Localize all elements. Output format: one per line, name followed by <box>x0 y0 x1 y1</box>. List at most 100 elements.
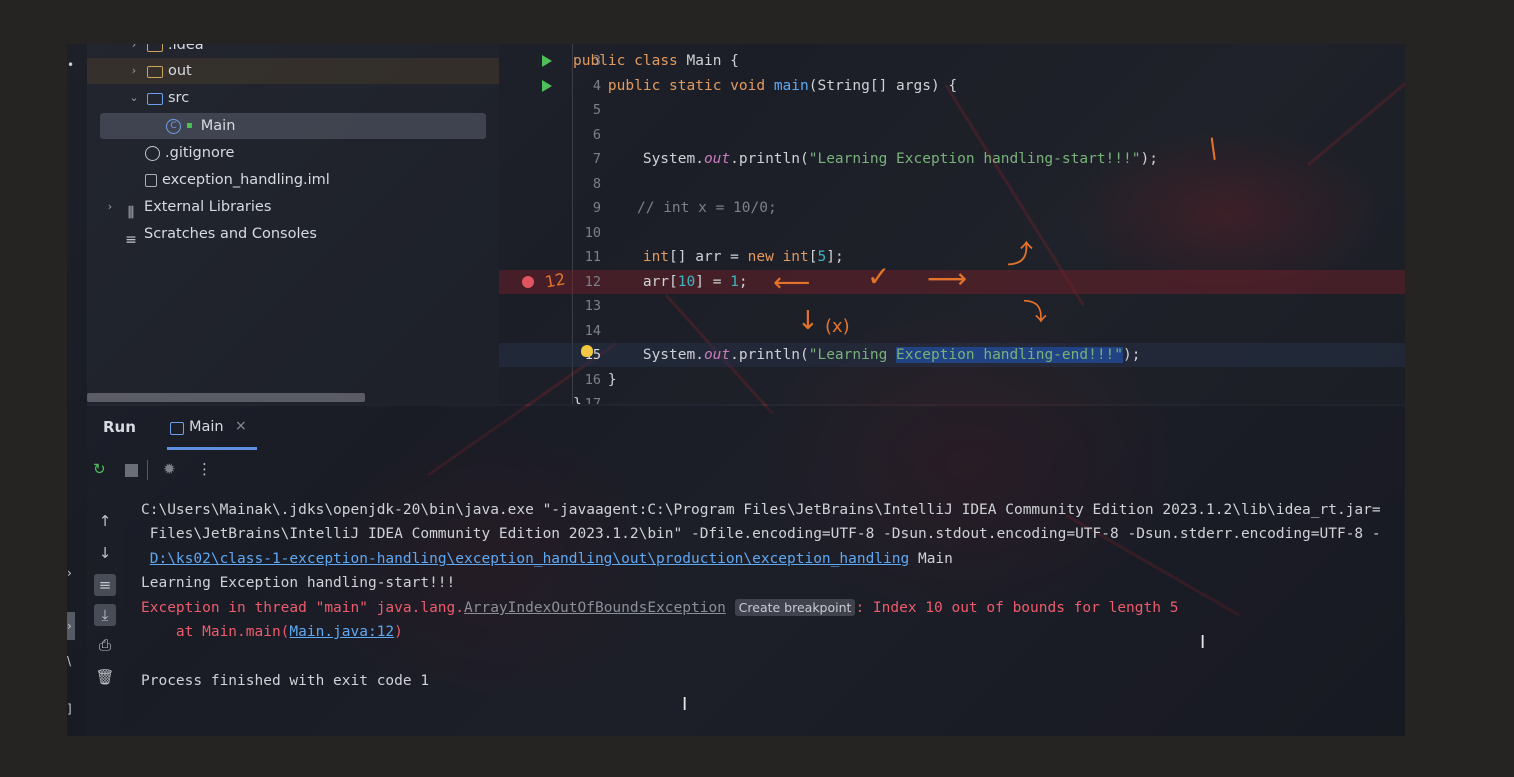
error-text: : Index 10 out of bounds for length 5 <box>855 600 1179 616</box>
stop-icon[interactable] <box>125 464 138 477</box>
code-text: { <box>730 53 739 69</box>
number-literal: 10 <box>677 274 696 290</box>
console-line: C:\Users\Mainak\.jdks\openjdk-20\bin\jav… <box>141 502 1381 518</box>
chevron-right-icon[interactable]: › <box>67 566 75 580</box>
code-line-5[interactable]: 5 <box>67 98 973 122</box>
run-tab-bar: Run Main × <box>87 406 1405 450</box>
line-number: 10 <box>584 225 601 241</box>
run-panel-title: Run <box>103 418 136 436</box>
code-line-9[interactable]: 9 // int x = 10/0; <box>67 196 973 220</box>
line-number: 8 <box>592 176 601 192</box>
code-text: [ <box>808 249 818 265</box>
text-cursor-icon: I <box>1200 632 1206 653</box>
rerun-icon[interactable]: ↻ <box>93 460 106 478</box>
up-arrow-icon[interactable]: ↑ <box>94 510 116 532</box>
field: out <box>703 151 731 167</box>
keyword: int <box>782 249 809 265</box>
code-line-4[interactable]: 4 public static void main(String[] args)… <box>67 74 973 98</box>
intention-bulb-icon[interactable] <box>581 345 593 357</box>
tab-label: Main <box>189 419 224 435</box>
code-text: } <box>607 372 617 388</box>
console-line: Files\JetBrains\IntelliJ IDEA Community … <box>141 526 1381 542</box>
breakpoint-icon[interactable] <box>522 276 534 288</box>
trash-icon[interactable]: 🗑 <box>94 666 116 688</box>
class-name: Main <box>686 53 722 69</box>
close-icon[interactable]: × <box>235 418 247 434</box>
code-line-10[interactable]: 10 <box>67 221 973 245</box>
string-literal: "Learning <box>808 347 897 363</box>
check-annotation: ✓ <box>867 260 891 293</box>
keyword: int <box>642 249 670 265</box>
run-toolbar: ↻ ✹ ⋮ <box>87 450 1405 490</box>
field: out <box>703 347 731 363</box>
stack-trace-text: at Main.main( <box>141 624 290 640</box>
down-arrow-annotation: ⤵ <box>1023 298 1047 326</box>
number-literal: 1 <box>730 274 739 290</box>
string-literal: "Learning Exception handling-start!!!" <box>808 151 1141 167</box>
stack-trace-text: ) <box>394 624 403 640</box>
code-text: [] arr = <box>669 249 748 265</box>
code-line-7[interactable]: 7 System.out.println("Learning Exception… <box>67 147 1158 171</box>
number-literal: 5 <box>817 249 827 265</box>
code-line-3[interactable]: 3 public class Main { <box>67 49 973 73</box>
code-text: ); <box>1123 347 1141 363</box>
keyword: class <box>634 53 678 69</box>
more-options-icon[interactable]: ⋮ <box>197 460 212 478</box>
scroll-to-end-icon[interactable]: ⤓ <box>94 604 116 626</box>
console-output[interactable]: C:\Users\Mainak\.jdks\openjdk-20\bin\jav… <box>141 490 1405 736</box>
keyword: void <box>730 78 766 94</box>
classpath-link[interactable]: D:\ks02\class-1-exception-handling\excep… <box>150 551 910 567</box>
code-text: .println( <box>730 151 809 167</box>
line-number: 5 <box>592 102 601 118</box>
code-text: ] = <box>695 274 731 290</box>
down-arrow-icon[interactable]: ↓ <box>94 542 116 564</box>
code-text: .println( <box>730 347 809 363</box>
run-tool-icon[interactable]: › <box>67 612 75 640</box>
code-line-17[interactable]: 17 } <box>67 392 973 404</box>
console-line: Process finished with exit code 1 <box>141 673 430 689</box>
line-number: 13 <box>584 298 601 314</box>
keyword: static <box>669 78 722 94</box>
down-arrow-annotation: ↓ <box>797 306 819 336</box>
bracket-icon[interactable]: ] <box>67 702 75 716</box>
exception-link[interactable]: ArrayIndexOutOfBoundsException <box>464 600 726 616</box>
code-line-15-current[interactable]: 15 System.out.println("Learning Exceptio… <box>499 343 1405 367</box>
keyword: new <box>747 249 774 265</box>
right-arrow-annotation: ⟶ <box>927 262 968 295</box>
code-text: } <box>573 396 582 404</box>
source-link[interactable]: Main.java:12 <box>289 624 394 640</box>
comment: // int x = 10/0; <box>637 200 777 216</box>
window-icon <box>170 422 184 435</box>
debug-icon[interactable]: ✹ <box>163 460 176 478</box>
run-tool-window: Run Main × ↻ ✹ ⋮ ↑ ↓ ≡ ⤓ ⎙ 🗑 C:\Users\Ma… <box>87 406 1405 736</box>
keyword: public <box>607 78 661 94</box>
soft-wrap-icon[interactable]: ≡ <box>94 574 116 596</box>
code-line-6[interactable]: 6 <box>67 123 973 147</box>
line-number: 6 <box>592 127 601 143</box>
line-number: 9 <box>592 200 601 216</box>
code-text: ; <box>738 274 748 290</box>
code-text: System. <box>642 347 704 363</box>
line-number: 17 <box>584 396 601 404</box>
slash-icon[interactable]: \ <box>67 654 75 668</box>
tab-main[interactable]: Main × <box>167 406 259 450</box>
handwritten-line-mark: 12 <box>543 269 567 292</box>
run-gutter-icon[interactable] <box>542 55 552 67</box>
console-side-toolbar: ↑ ↓ ≡ ⤓ ⎙ 🗑 <box>87 490 124 736</box>
code-line-13[interactable]: 13 <box>67 294 973 318</box>
create-breakpoint-button[interactable]: Create breakpoint <box>734 599 856 616</box>
code-text: ]; <box>826 249 844 265</box>
code-line-8[interactable]: 8 <box>67 172 973 196</box>
up-arrow-annotation: ⤴ <box>1007 240 1034 270</box>
code-text: arr[ <box>642 274 678 290</box>
code-text: System. <box>642 151 704 167</box>
code-line-11[interactable]: 11 int[] arr = new int[5]; <box>67 245 973 269</box>
error-text: Exception in thread "main" java.lang. <box>141 600 465 616</box>
selected-text: Exception handling-end!!!" <box>896 347 1124 363</box>
code-line-16[interactable]: 16 } <box>67 368 973 392</box>
function-name: main <box>773 78 809 94</box>
print-icon[interactable]: ⎙ <box>94 634 116 656</box>
console-line: Learning Exception handling-start!!! <box>141 575 456 591</box>
run-gutter-icon[interactable] <box>542 80 552 92</box>
left-arrow-annotation: ⟵ <box>773 268 811 298</box>
